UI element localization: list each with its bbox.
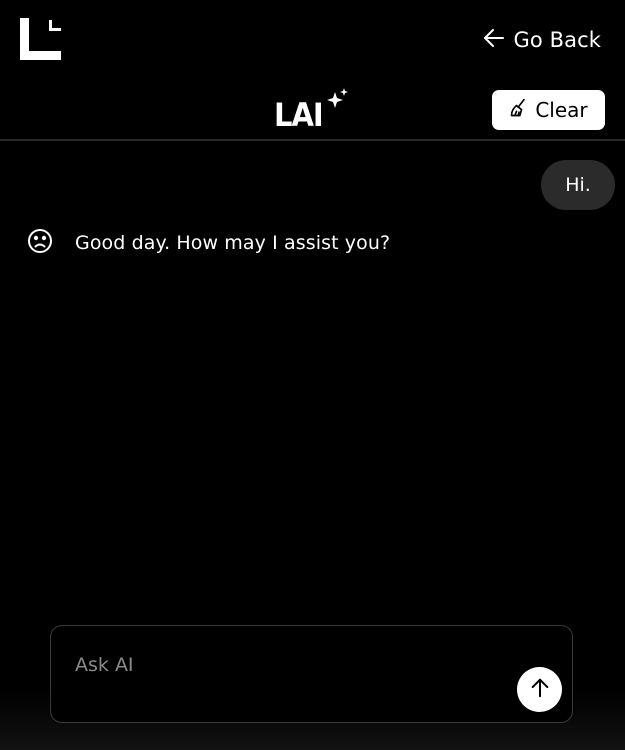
- brand-text: LAI: [274, 96, 324, 134]
- user-message-text: Hi.: [565, 174, 591, 196]
- send-button[interactable]: [517, 667, 562, 712]
- assistant-message: Good day. How may I assist you?: [27, 228, 390, 258]
- header-divider: [0, 139, 625, 141]
- user-message-bubble: Hi.: [541, 160, 615, 210]
- sparkle-icon: [325, 88, 349, 114]
- go-back-button[interactable]: Go Back: [482, 26, 601, 54]
- assistant-message-text: Good day. How may I assist you?: [75, 232, 391, 254]
- ask-ai-input[interactable]: [75, 654, 495, 684]
- clear-button[interactable]: Clear: [492, 90, 605, 130]
- arrow-left-icon: [482, 26, 506, 54]
- chat-app: Go Back LAI Clear Hi. Good day. How may …: [0, 0, 625, 750]
- composer: [50, 625, 573, 723]
- frown-face-icon: [27, 228, 53, 258]
- corner-logo-icon[interactable]: [20, 18, 61, 60]
- clear-label: Clear: [535, 98, 588, 122]
- arrow-up-icon: [529, 677, 551, 703]
- brand-logo: LAI: [274, 88, 349, 134]
- broom-icon: [509, 98, 529, 122]
- go-back-label: Go Back: [513, 28, 601, 52]
